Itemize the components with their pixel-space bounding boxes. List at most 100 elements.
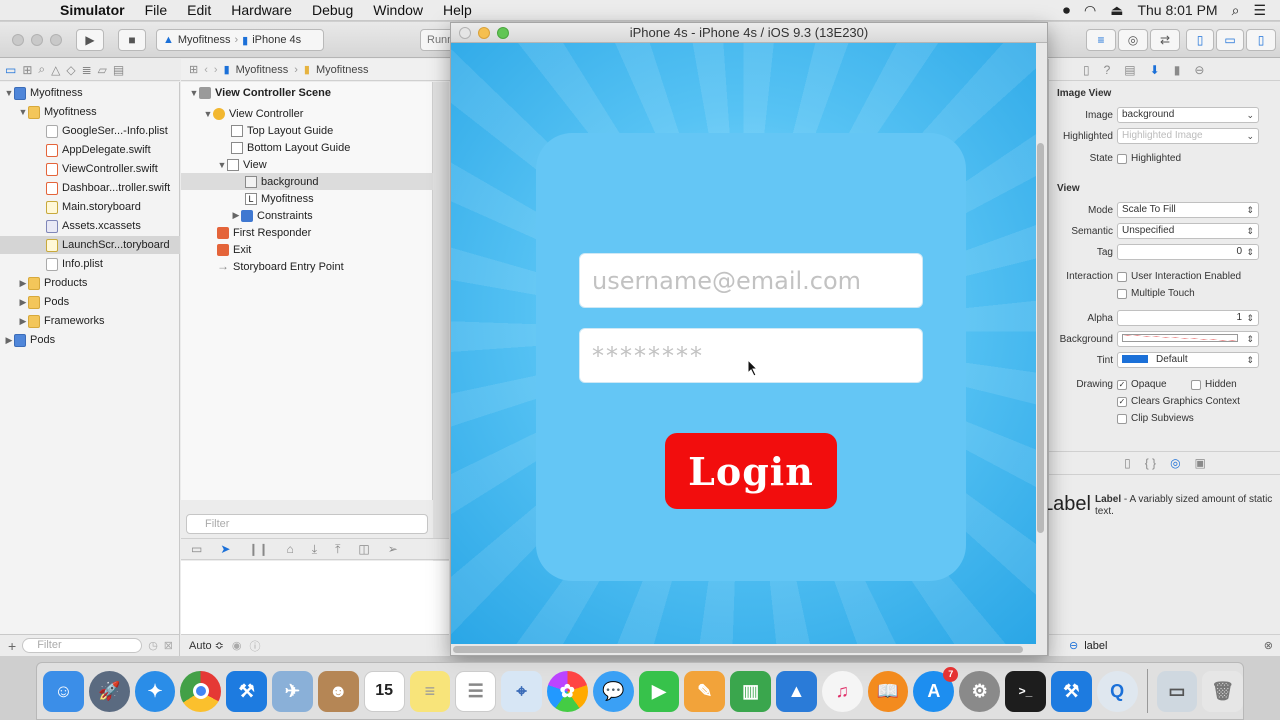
outline-item[interactable]: ▼ View Controller — [181, 105, 433, 122]
disclosure-closed-icon[interactable]: ▶ — [4, 335, 14, 346]
clip-subviews-checkbox[interactable]: Clip Subviews — [1117, 413, 1194, 424]
menu-edit[interactable]: Edit — [177, 2, 221, 18]
file-inspector-icon[interactable]: ▯ — [1083, 63, 1090, 77]
alpha-field[interactable]: 1 ⇕ — [1117, 310, 1259, 326]
find-navigator-icon[interactable]: ⌕ — [38, 62, 45, 77]
outline-item[interactable]: Exit — [181, 241, 433, 258]
highlighted-image-select[interactable]: Highlighted Image ⌄ — [1117, 128, 1259, 144]
scheme-selector[interactable]: ▲ Myofitness › ▮ iPhone 4s — [156, 29, 324, 51]
sim-close-button[interactable] — [459, 27, 471, 39]
run-button[interactable]: ▶ — [76, 29, 104, 51]
hidden-checkbox[interactable]: Hidden — [1191, 379, 1237, 390]
object-library-icon[interactable]: ◎ — [1170, 456, 1180, 470]
tree-item-project[interactable]: ▶ Pods — [0, 331, 180, 349]
system-preferences-icon[interactable]: ⚙ — [959, 670, 1001, 712]
itunes-icon[interactable]: ♫ — [821, 670, 863, 712]
outline-item[interactable]: ▶ Constraints — [181, 207, 433, 224]
media-library-icon[interactable]: ▣ — [1195, 456, 1206, 470]
disclosure-closed-icon[interactable]: ▶ — [231, 210, 241, 221]
breakpoint-navigator-icon[interactable]: ▱ — [98, 63, 107, 77]
toggle-utilities-button[interactable]: ▯ — [1246, 29, 1276, 51]
sim-minimize-button[interactable] — [478, 27, 490, 39]
disclosure-closed-icon[interactable]: ▶ — [18, 278, 28, 289]
eject-icon[interactable]: ⏏ — [1110, 2, 1123, 19]
clears-graphics-checkbox[interactable]: ✓ Clears Graphics Context — [1117, 396, 1240, 407]
breakpoints-icon[interactable]: ➤ — [220, 542, 230, 556]
tree-item-file[interactable]: GoogleSer...-Info.plist — [0, 122, 180, 140]
clear-filter-icon[interactable]: ⊗ — [1264, 639, 1273, 652]
tree-item-file[interactable]: AppDelegate.swift — [0, 141, 180, 159]
launchpad-icon[interactable]: 🚀 — [88, 670, 130, 712]
user-interaction-checkbox[interactable]: User Interaction Enabled — [1117, 271, 1241, 282]
outline-item[interactable]: ▼ View — [181, 156, 433, 173]
recent-files-icon[interactable]: ◷ — [148, 639, 158, 652]
terminal-icon[interactable]: >_ — [1005, 670, 1046, 712]
horizontal-scrollbar[interactable] — [453, 646, 1023, 653]
report-navigator-icon[interactable]: ▤ — [113, 63, 124, 77]
safari-icon[interactable]: ✦ — [134, 670, 176, 712]
xcode-instruments-icon[interactable]: ⚒ — [1050, 670, 1092, 712]
library-item-label[interactable]: Label Label - A variably sized amount of… — [1043, 479, 1280, 539]
pages-icon[interactable]: ✎ — [684, 670, 726, 712]
downloads-stack-icon[interactable]: ▭ — [1156, 670, 1198, 712]
stop-button[interactable]: ■ — [118, 29, 146, 51]
reminders-icon[interactable]: ☰ — [455, 670, 497, 712]
menu-window[interactable]: Window — [363, 2, 433, 18]
background-color-select[interactable]: ⇕ — [1117, 331, 1259, 347]
username-field[interactable]: username@email.com — [579, 253, 923, 308]
menu-debug[interactable]: Debug — [302, 2, 363, 18]
disclosure-open-icon[interactable]: ▼ — [203, 109, 213, 119]
ibooks-icon[interactable]: 📖 — [867, 670, 909, 712]
identity-inspector-icon[interactable]: ▤ — [1124, 63, 1135, 77]
maps-icon[interactable]: ⌖ — [501, 670, 542, 712]
disclosure-open-icon[interactable]: ▼ — [189, 88, 199, 98]
menu-hardware[interactable]: Hardware — [221, 2, 302, 18]
location-icon[interactable]: ➢ — [388, 542, 398, 556]
photos-icon[interactable]: ✿ — [546, 670, 588, 712]
tag-field[interactable]: 0 ⇕ — [1117, 244, 1259, 260]
tint-color-select[interactable]: Default ⇕ — [1117, 352, 1259, 368]
calendar-icon[interactable]: 15 — [363, 670, 405, 712]
tree-item-group[interactable]: ▶ Pods — [0, 293, 180, 311]
code-snippet-icon[interactable]: { } — [1145, 456, 1156, 470]
close-window-button[interactable] — [12, 34, 24, 46]
keynote-icon[interactable]: ▲ — [776, 670, 817, 712]
clock[interactable]: Thu 8:01 PM — [1137, 2, 1217, 18]
hide-debug-icon[interactable]: ▭ — [191, 542, 202, 556]
image-select[interactable]: background ⌄ — [1117, 107, 1259, 123]
quicktime-icon[interactable]: Q — [1096, 670, 1138, 712]
outline-item[interactable]: First Responder — [181, 224, 433, 241]
contacts-icon[interactable]: ☻ — [317, 670, 359, 712]
toggle-debug-area-button[interactable]: ▭ — [1216, 29, 1244, 51]
outline-item[interactable]: → Storyboard Entry Point — [181, 258, 433, 275]
tree-item-group[interactable]: ▼ Myofitness — [0, 103, 180, 121]
step-into-icon[interactable]: ⤓ — [312, 542, 317, 557]
tree-item-file[interactable]: Info.plist — [0, 255, 180, 273]
stepper-arrows-icon[interactable]: ⇕ — [1246, 245, 1254, 259]
tree-item-file[interactable]: Assets.xcassets — [0, 217, 180, 235]
attributes-inspector-icon[interactable]: ⬇ — [1150, 63, 1160, 77]
facetime-icon[interactable]: ▶ — [638, 670, 680, 712]
tree-item-project[interactable]: ▼ Myofitness — [0, 84, 180, 102]
numbers-icon[interactable]: ▥ — [730, 670, 771, 712]
finder-icon[interactable]: ☺ — [43, 670, 84, 712]
disclosure-open-icon[interactable]: ▼ — [217, 160, 227, 170]
semantic-select[interactable]: Unspecified ⇕ — [1117, 223, 1259, 239]
outline-item[interactable]: L Myofitness — [181, 190, 433, 207]
navigator-filter-input[interactable]: Filter — [22, 638, 143, 653]
eye-icon[interactable]: ◉ — [232, 639, 242, 652]
forward-arrow-icon[interactable]: › — [214, 64, 218, 76]
simulator-title-bar[interactable]: iPhone 4s - iPhone 4s / iOS 9.3 (13E230) — [451, 23, 1047, 43]
vertical-scrollbar[interactable] — [1037, 143, 1044, 533]
login-button[interactable]: Login — [665, 433, 837, 509]
outline-item-selected[interactable]: background — [181, 173, 433, 190]
spotlight-search-icon[interactable]: ⌕ — [1232, 2, 1240, 19]
step-out-icon[interactable]: ⤒ — [335, 542, 340, 557]
breadcrumb-item[interactable]: Myofitness — [316, 64, 369, 76]
content-mode-select[interactable]: Scale To Fill ⇕ — [1117, 202, 1259, 218]
add-icon[interactable]: + — [8, 638, 16, 654]
help-inspector-icon[interactable]: ? — [1104, 63, 1111, 77]
test-navigator-icon[interactable]: ◇ — [66, 63, 75, 77]
xcode-icon[interactable]: ⚒ — [226, 670, 268, 712]
minimize-window-button[interactable] — [31, 34, 43, 46]
